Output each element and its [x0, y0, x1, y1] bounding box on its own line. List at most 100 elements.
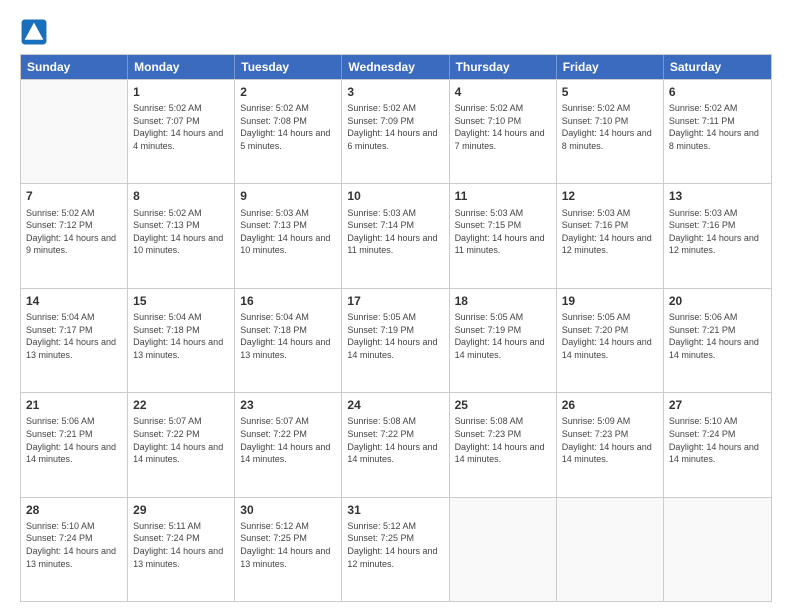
header: [20, 18, 772, 46]
calendar-cell: 27 Sunrise: 5:10 AMSunset: 7:24 PMDaylig…: [664, 393, 771, 496]
cal-header-day: Sunday: [21, 55, 128, 79]
calendar-row: 21 Sunrise: 5:06 AMSunset: 7:21 PMDaylig…: [21, 392, 771, 496]
day-number: 29: [133, 502, 229, 518]
day-info: Sunrise: 5:03 AMSunset: 7:13 PMDaylight:…: [240, 207, 336, 257]
calendar-cell: 2 Sunrise: 5:02 AMSunset: 7:08 PMDayligh…: [235, 80, 342, 183]
page: SundayMondayTuesdayWednesdayThursdayFrid…: [0, 0, 792, 612]
calendar-cell: 1 Sunrise: 5:02 AMSunset: 7:07 PMDayligh…: [128, 80, 235, 183]
day-info: Sunrise: 5:05 AMSunset: 7:20 PMDaylight:…: [562, 311, 658, 361]
day-info: Sunrise: 5:07 AMSunset: 7:22 PMDaylight:…: [240, 415, 336, 465]
calendar-cell: 4 Sunrise: 5:02 AMSunset: 7:10 PMDayligh…: [450, 80, 557, 183]
calendar-body: 1 Sunrise: 5:02 AMSunset: 7:07 PMDayligh…: [21, 79, 771, 601]
logo-icon: [20, 18, 48, 46]
calendar-cell: 6 Sunrise: 5:02 AMSunset: 7:11 PMDayligh…: [664, 80, 771, 183]
calendar-cell: 3 Sunrise: 5:02 AMSunset: 7:09 PMDayligh…: [342, 80, 449, 183]
day-number: 30: [240, 502, 336, 518]
day-info: Sunrise: 5:06 AMSunset: 7:21 PMDaylight:…: [669, 311, 766, 361]
calendar: SundayMondayTuesdayWednesdayThursdayFrid…: [20, 54, 772, 602]
day-number: 5: [562, 84, 658, 100]
day-number: 24: [347, 397, 443, 413]
day-info: Sunrise: 5:05 AMSunset: 7:19 PMDaylight:…: [455, 311, 551, 361]
calendar-cell: 14 Sunrise: 5:04 AMSunset: 7:17 PMDaylig…: [21, 289, 128, 392]
calendar-cell: 7 Sunrise: 5:02 AMSunset: 7:12 PMDayligh…: [21, 184, 128, 287]
day-number: 16: [240, 293, 336, 309]
day-number: 27: [669, 397, 766, 413]
day-info: Sunrise: 5:06 AMSunset: 7:21 PMDaylight:…: [26, 415, 122, 465]
day-info: Sunrise: 5:05 AMSunset: 7:19 PMDaylight:…: [347, 311, 443, 361]
day-info: Sunrise: 5:08 AMSunset: 7:23 PMDaylight:…: [455, 415, 551, 465]
calendar-cell: 23 Sunrise: 5:07 AMSunset: 7:22 PMDaylig…: [235, 393, 342, 496]
day-info: Sunrise: 5:03 AMSunset: 7:16 PMDaylight:…: [669, 207, 766, 257]
day-number: 3: [347, 84, 443, 100]
cal-header-day: Thursday: [450, 55, 557, 79]
day-number: 17: [347, 293, 443, 309]
day-info: Sunrise: 5:12 AMSunset: 7:25 PMDaylight:…: [347, 520, 443, 570]
day-number: 20: [669, 293, 766, 309]
day-number: 23: [240, 397, 336, 413]
day-info: Sunrise: 5:03 AMSunset: 7:16 PMDaylight:…: [562, 207, 658, 257]
day-number: 18: [455, 293, 551, 309]
day-number: 19: [562, 293, 658, 309]
calendar-cell: 30 Sunrise: 5:12 AMSunset: 7:25 PMDaylig…: [235, 498, 342, 601]
cal-header-day: Monday: [128, 55, 235, 79]
calendar-row: 7 Sunrise: 5:02 AMSunset: 7:12 PMDayligh…: [21, 183, 771, 287]
day-info: Sunrise: 5:03 AMSunset: 7:15 PMDaylight:…: [455, 207, 551, 257]
day-number: 25: [455, 397, 551, 413]
calendar-cell: 29 Sunrise: 5:11 AMSunset: 7:24 PMDaylig…: [128, 498, 235, 601]
calendar-cell: [21, 80, 128, 183]
logo: [20, 18, 52, 46]
cal-header-day: Saturday: [664, 55, 771, 79]
cal-header-day: Friday: [557, 55, 664, 79]
day-number: 6: [669, 84, 766, 100]
calendar-cell: 22 Sunrise: 5:07 AMSunset: 7:22 PMDaylig…: [128, 393, 235, 496]
day-info: Sunrise: 5:04 AMSunset: 7:18 PMDaylight:…: [240, 311, 336, 361]
calendar-cell: 24 Sunrise: 5:08 AMSunset: 7:22 PMDaylig…: [342, 393, 449, 496]
day-number: 2: [240, 84, 336, 100]
day-info: Sunrise: 5:12 AMSunset: 7:25 PMDaylight:…: [240, 520, 336, 570]
cal-header-day: Tuesday: [235, 55, 342, 79]
calendar-cell: 13 Sunrise: 5:03 AMSunset: 7:16 PMDaylig…: [664, 184, 771, 287]
day-info: Sunrise: 5:02 AMSunset: 7:11 PMDaylight:…: [669, 102, 766, 152]
day-info: Sunrise: 5:02 AMSunset: 7:08 PMDaylight:…: [240, 102, 336, 152]
day-info: Sunrise: 5:02 AMSunset: 7:10 PMDaylight:…: [455, 102, 551, 152]
calendar-cell: [450, 498, 557, 601]
day-number: 4: [455, 84, 551, 100]
day-info: Sunrise: 5:08 AMSunset: 7:22 PMDaylight:…: [347, 415, 443, 465]
calendar-cell: 17 Sunrise: 5:05 AMSunset: 7:19 PMDaylig…: [342, 289, 449, 392]
calendar-cell: 5 Sunrise: 5:02 AMSunset: 7:10 PMDayligh…: [557, 80, 664, 183]
calendar-row: 14 Sunrise: 5:04 AMSunset: 7:17 PMDaylig…: [21, 288, 771, 392]
calendar-header: SundayMondayTuesdayWednesdayThursdayFrid…: [21, 55, 771, 79]
calendar-cell: [557, 498, 664, 601]
day-info: Sunrise: 5:04 AMSunset: 7:18 PMDaylight:…: [133, 311, 229, 361]
day-info: Sunrise: 5:02 AMSunset: 7:13 PMDaylight:…: [133, 207, 229, 257]
calendar-cell: 16 Sunrise: 5:04 AMSunset: 7:18 PMDaylig…: [235, 289, 342, 392]
day-info: Sunrise: 5:02 AMSunset: 7:12 PMDaylight:…: [26, 207, 122, 257]
day-info: Sunrise: 5:02 AMSunset: 7:10 PMDaylight:…: [562, 102, 658, 152]
day-number: 11: [455, 188, 551, 204]
calendar-row: 1 Sunrise: 5:02 AMSunset: 7:07 PMDayligh…: [21, 79, 771, 183]
calendar-cell: 9 Sunrise: 5:03 AMSunset: 7:13 PMDayligh…: [235, 184, 342, 287]
calendar-cell: 20 Sunrise: 5:06 AMSunset: 7:21 PMDaylig…: [664, 289, 771, 392]
day-info: Sunrise: 5:10 AMSunset: 7:24 PMDaylight:…: [26, 520, 122, 570]
day-info: Sunrise: 5:02 AMSunset: 7:09 PMDaylight:…: [347, 102, 443, 152]
day-info: Sunrise: 5:07 AMSunset: 7:22 PMDaylight:…: [133, 415, 229, 465]
calendar-cell: 19 Sunrise: 5:05 AMSunset: 7:20 PMDaylig…: [557, 289, 664, 392]
day-number: 7: [26, 188, 122, 204]
calendar-cell: 18 Sunrise: 5:05 AMSunset: 7:19 PMDaylig…: [450, 289, 557, 392]
calendar-cell: 21 Sunrise: 5:06 AMSunset: 7:21 PMDaylig…: [21, 393, 128, 496]
day-number: 14: [26, 293, 122, 309]
calendar-cell: 8 Sunrise: 5:02 AMSunset: 7:13 PMDayligh…: [128, 184, 235, 287]
day-number: 26: [562, 397, 658, 413]
day-number: 13: [669, 188, 766, 204]
day-number: 31: [347, 502, 443, 518]
day-number: 8: [133, 188, 229, 204]
day-number: 9: [240, 188, 336, 204]
day-number: 21: [26, 397, 122, 413]
calendar-row: 28 Sunrise: 5:10 AMSunset: 7:24 PMDaylig…: [21, 497, 771, 601]
day-info: Sunrise: 5:03 AMSunset: 7:14 PMDaylight:…: [347, 207, 443, 257]
day-number: 10: [347, 188, 443, 204]
calendar-cell: 31 Sunrise: 5:12 AMSunset: 7:25 PMDaylig…: [342, 498, 449, 601]
day-info: Sunrise: 5:11 AMSunset: 7:24 PMDaylight:…: [133, 520, 229, 570]
calendar-cell: 25 Sunrise: 5:08 AMSunset: 7:23 PMDaylig…: [450, 393, 557, 496]
day-info: Sunrise: 5:09 AMSunset: 7:23 PMDaylight:…: [562, 415, 658, 465]
